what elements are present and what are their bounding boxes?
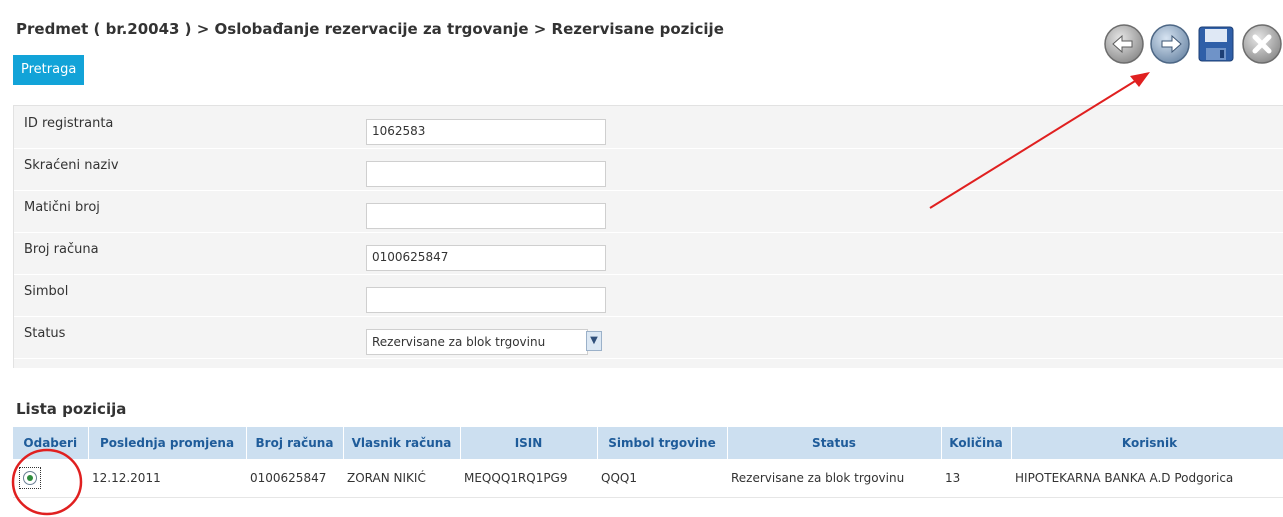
breadcrumb: Predmet ( br.20043 ) > Oslobađanje rezer… [16,20,724,38]
forward-button[interactable] [1148,22,1192,66]
cell-last-change: 12.12.2011 [88,459,246,498]
cell-account: 0100625847 [246,459,343,498]
cell-isin: MEQQQ1RQ1PG9 [460,459,597,498]
status-label: Status [24,326,66,341]
annotation-arrowhead [1130,72,1150,87]
close-icon [1242,24,1282,64]
id-registranta-label: ID registranta [24,116,114,131]
chevron-down-icon[interactable]: ▼ [586,331,602,351]
column-header-last-change[interactable]: Poslednja promjena [88,427,247,459]
save-button[interactable] [1194,22,1238,66]
form-row-status: Status Rezervisane za blok trgovinu ▼ [14,316,1283,359]
search-button[interactable]: Pretraga [13,55,85,85]
cell-quantity: 13 [941,459,1011,498]
positions-table: Odaberi Poslednja promjena Broj računa V… [13,427,1283,498]
form-row-short-name: Skraćeni naziv [14,148,1283,191]
id-registranta-input[interactable]: 1062583 [366,119,606,145]
select-cell [13,459,88,498]
column-header-select[interactable]: Odaberi [13,427,89,459]
maticni-broj-input[interactable] [366,203,606,229]
row-select-radio[interactable] [19,467,41,489]
cell-status: Rezervisane za blok trgovinu [727,459,941,498]
form-row-registry-number: Matični broj [14,190,1283,233]
cell-symbol: QQQ1 [597,459,727,498]
cell-owner: ZORAN NIKIĆ [343,459,460,498]
status-select[interactable]: Rezervisane za blok trgovinu ▼ [366,329,602,355]
skraceni-naziv-label: Skraćeni naziv [24,158,119,173]
back-button[interactable] [1102,22,1146,66]
forward-arrow-icon [1150,24,1190,64]
broj-racuna-input[interactable]: 0100625847 [366,245,606,271]
skraceni-naziv-input[interactable] [366,161,606,187]
column-header-user[interactable]: Korisnik [1011,427,1283,459]
status-select-value: Rezervisane za blok trgovinu [372,335,546,349]
list-title: Lista pozicija [16,400,127,418]
search-form: ID registranta 1062583 Skraćeni naziv Ma… [13,105,1283,368]
column-header-owner[interactable]: Vlasnik računa [343,427,461,459]
column-header-account[interactable]: Broj računa [246,427,344,459]
simbol-input[interactable] [366,287,606,313]
cell-user: HIPOTEKARNA BANKA A.D Podgorica [1011,459,1283,498]
simbol-label: Simbol [24,284,69,299]
table-row[interactable]: 12.12.2011 0100625847 ZORAN NIKIĆ MEQQQ1… [13,459,1283,498]
back-arrow-icon [1104,24,1144,64]
radio-selected-dot [27,475,33,481]
radio-button [23,471,37,485]
column-header-isin[interactable]: ISIN [460,427,598,459]
form-row-id: ID registranta 1062583 [14,106,1283,149]
table-header-row: Odaberi Poslednja promjena Broj računa V… [13,427,1283,459]
maticni-broj-label: Matični broj [24,200,100,215]
form-row-account: Broj računa 0100625847 [14,232,1283,275]
save-icon [1198,26,1234,62]
column-header-symbol[interactable]: Simbol trgovine [597,427,728,459]
broj-racuna-label: Broj računa [24,242,99,257]
column-header-quantity[interactable]: Količina [941,427,1012,459]
form-row-symbol: Simbol [14,274,1283,317]
close-button[interactable] [1240,22,1283,66]
column-header-status[interactable]: Status [727,427,942,459]
